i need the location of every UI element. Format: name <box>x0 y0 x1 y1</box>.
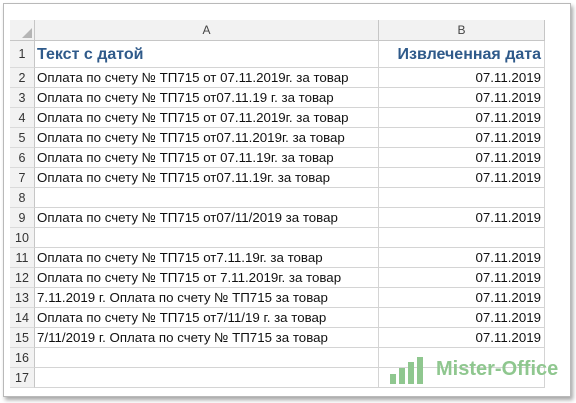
column-header-b[interactable]: B <box>379 20 545 41</box>
row-header[interactable]: 10 <box>10 228 35 248</box>
row-header[interactable]: 17 <box>10 368 35 388</box>
cell-text-with-date[interactable]: 7.11.2019 г. Оплата по счету № ТП715 за … <box>35 288 379 308</box>
header-cell-a1[interactable]: Текст с датой <box>35 41 379 68</box>
cell-extracted-date[interactable]: 07.11.2019 <box>379 128 545 148</box>
cell-text-with-date[interactable]: Оплата по счету № ТП715 от07.11.19 г. за… <box>35 88 379 108</box>
row-header[interactable]: 8 <box>10 188 35 208</box>
row-header[interactable]: 6 <box>10 148 35 168</box>
row-header[interactable]: 11 <box>10 248 35 268</box>
row-header[interactable]: 2 <box>10 68 35 88</box>
cell-extracted-date[interactable] <box>379 188 545 208</box>
cell-text-with-date[interactable]: Оплата по счету № ТП715 от7.11.19г. за т… <box>35 248 379 268</box>
cell-text-with-date[interactable] <box>35 348 379 368</box>
cell-extracted-date[interactable]: 07.11.2019 <box>379 268 545 288</box>
row-header[interactable]: 4 <box>10 108 35 128</box>
cell-text-with-date[interactable]: Оплата по счету № ТП715 от07/11/2019 за … <box>35 208 379 228</box>
bar-chart-logo-icon <box>390 357 423 384</box>
screenshot-frame: A B 1 Текст с датой Извлеченная дата 2 Оп… <box>3 3 571 397</box>
mister-office-watermark: Mister-Office <box>388 356 564 386</box>
cell-text-with-date[interactable]: Оплата по счету № ТП715 от07.11.19г. за … <box>35 168 379 188</box>
cell-extracted-date[interactable]: 07.11.2019 <box>379 68 545 88</box>
cell-extracted-date[interactable]: 07.11.2019 <box>379 208 545 228</box>
row-header[interactable]: 15 <box>10 328 35 348</box>
cell-extracted-date[interactable]: 07.11.2019 <box>379 88 545 108</box>
cell-text-with-date[interactable]: Оплата по счету № ТП715 от 07.11.2019г. … <box>35 108 379 128</box>
row-header-1[interactable]: 1 <box>10 41 35 68</box>
cell-text-with-date[interactable] <box>35 188 379 208</box>
cell-extracted-date[interactable]: 07.11.2019 <box>379 328 545 348</box>
row-header[interactable]: 14 <box>10 308 35 328</box>
row-header[interactable]: 13 <box>10 288 35 308</box>
cell-text-with-date[interactable] <box>35 228 379 248</box>
row-header[interactable]: 3 <box>10 88 35 108</box>
spreadsheet-grid: A B 1 Текст с датой Извлеченная дата 2 Оп… <box>10 20 560 390</box>
cell-extracted-date[interactable]: 07.11.2019 <box>379 288 545 308</box>
row-header[interactable]: 7 <box>10 168 35 188</box>
cell-extracted-date[interactable] <box>379 228 545 248</box>
cell-text-with-date[interactable]: Оплата по счету № ТП715 от07.11.2019г. з… <box>35 128 379 148</box>
cell-extracted-date[interactable]: 07.11.2019 <box>379 248 545 268</box>
row-header[interactable]: 9 <box>10 208 35 228</box>
select-all-corner[interactable] <box>10 20 35 41</box>
column-c-area <box>545 20 560 390</box>
cell-extracted-date[interactable]: 07.11.2019 <box>379 308 545 328</box>
cell-text-with-date[interactable] <box>35 368 379 388</box>
column-header-a[interactable]: A <box>35 20 379 41</box>
select-all-triangle-icon <box>22 28 32 38</box>
cell-extracted-date[interactable]: 07.11.2019 <box>379 168 545 188</box>
row-header[interactable]: 16 <box>10 348 35 368</box>
cell-extracted-date[interactable]: 07.11.2019 <box>379 108 545 128</box>
cell-text-with-date[interactable]: Оплата по счету № ТП715 от 07.11.19г. за… <box>35 148 379 168</box>
cell-text-with-date[interactable]: 7/11/2019 г. Оплата по счету № ТП715 за … <box>35 328 379 348</box>
cell-text-with-date[interactable]: Оплата по счету № ТП715 от 7.11.2019г. з… <box>35 268 379 288</box>
cell-text-with-date[interactable]: Оплата по счету № ТП715 от 07.11.2019г. … <box>35 68 379 88</box>
header-cell-b1[interactable]: Извлеченная дата <box>379 41 545 68</box>
row-header[interactable]: 12 <box>10 268 35 288</box>
watermark-text: Mister-Office <box>436 358 559 380</box>
row-header[interactable]: 5 <box>10 128 35 148</box>
cell-extracted-date[interactable]: 07.11.2019 <box>379 148 545 168</box>
cell-text-with-date[interactable]: Оплата по счету № ТП715 от7/11/19 г. за … <box>35 308 379 328</box>
